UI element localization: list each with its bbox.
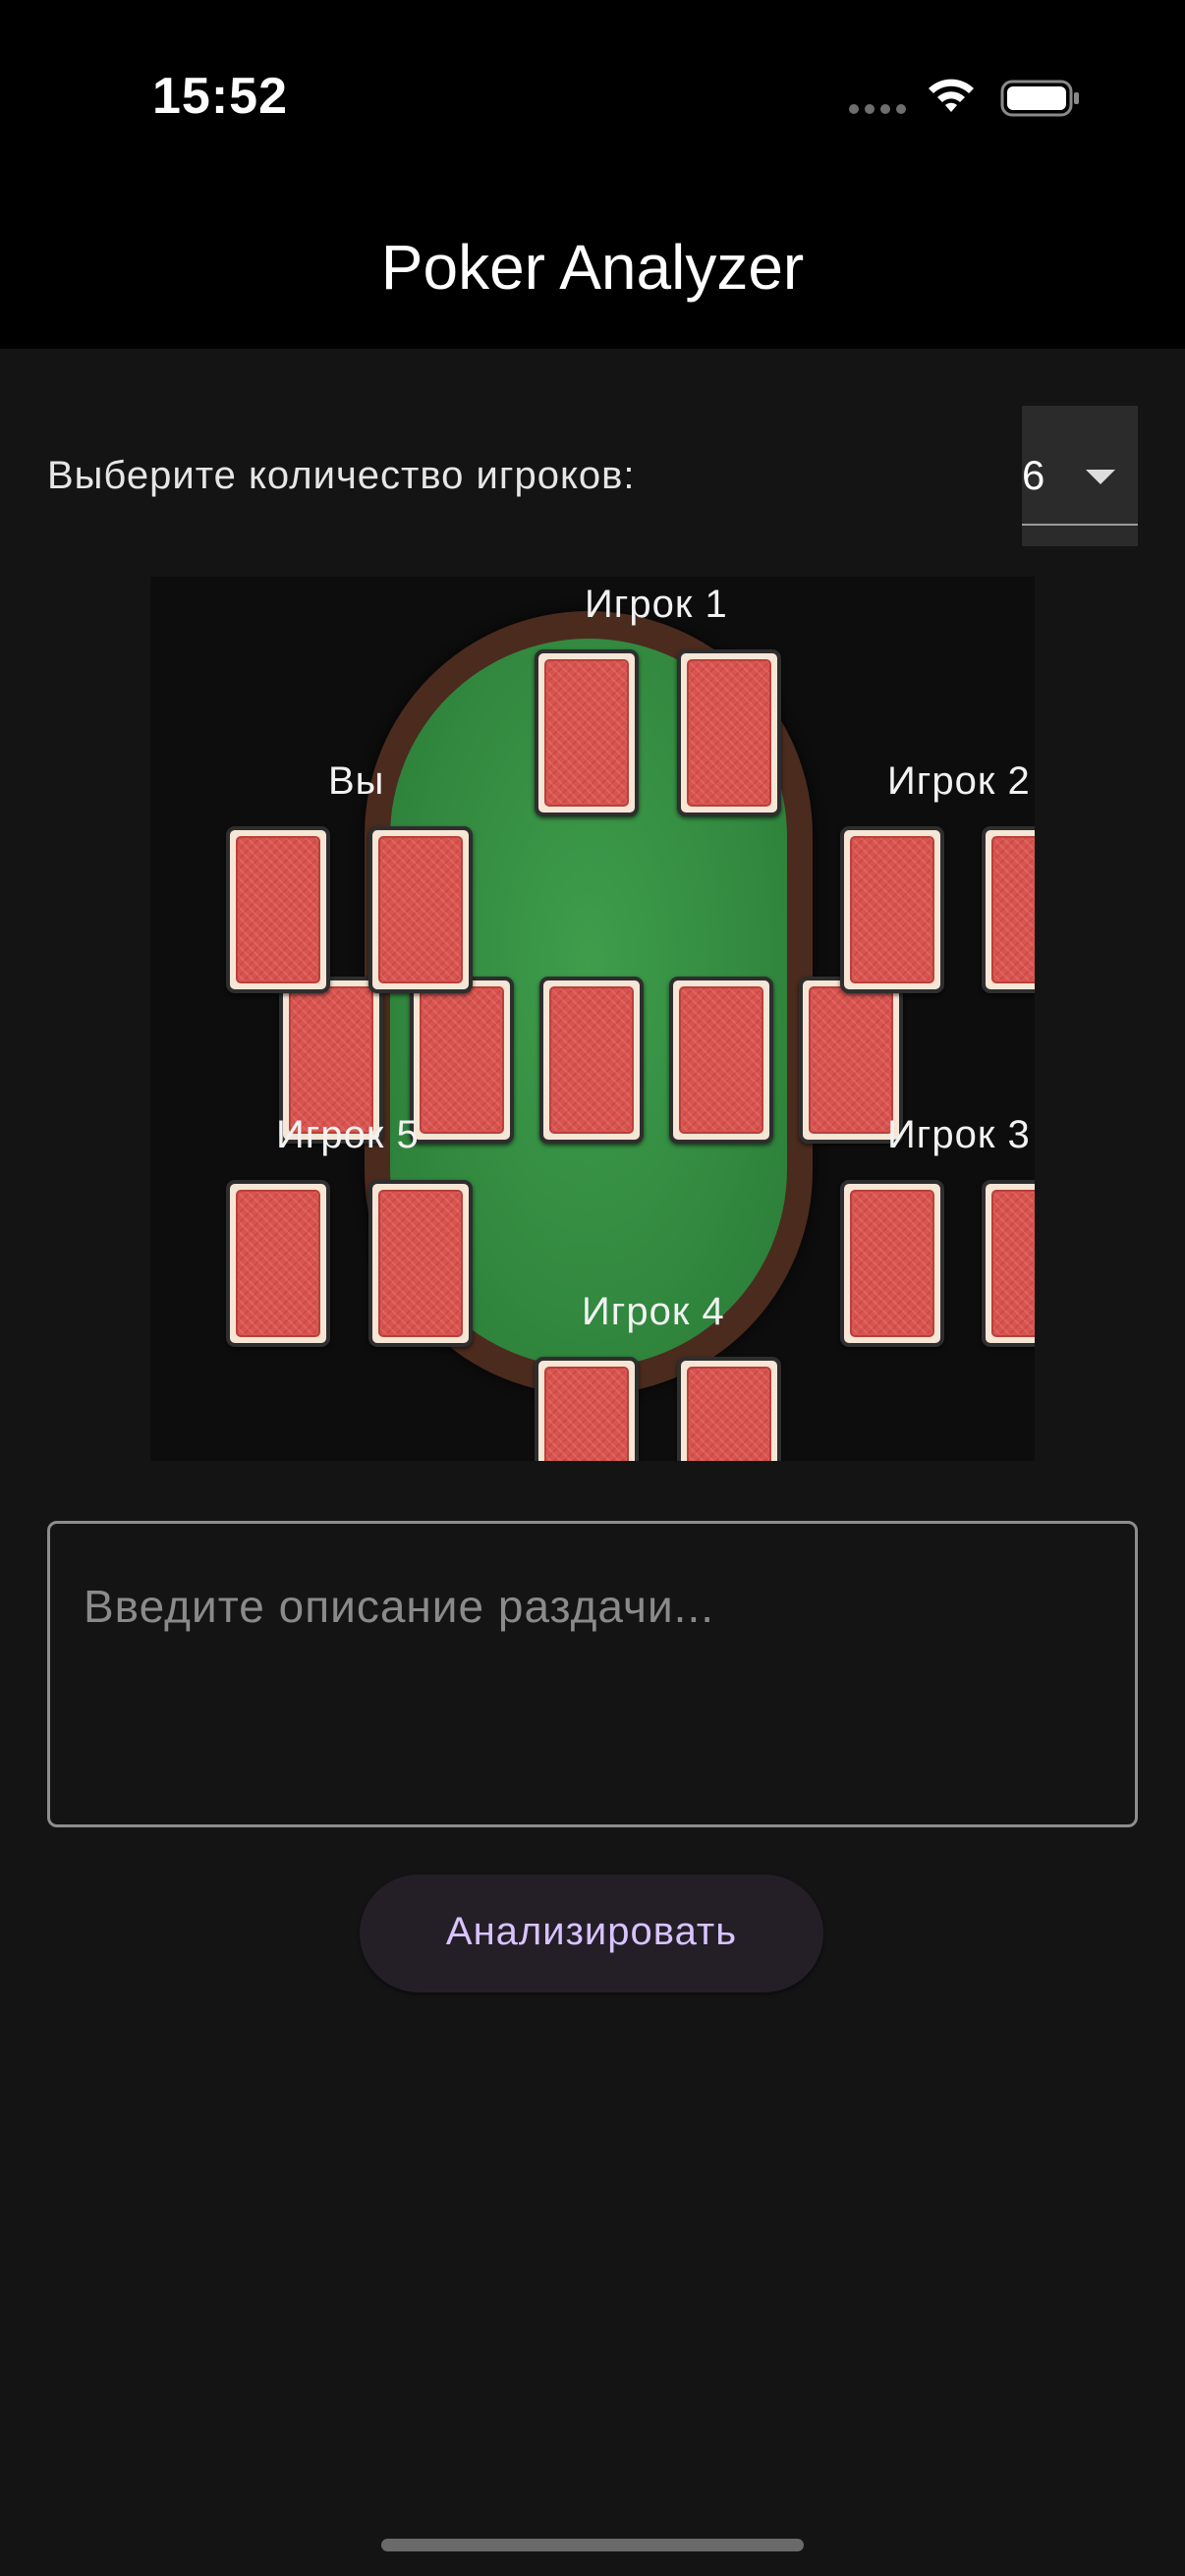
- hole-card[interactable]: [226, 826, 330, 993]
- board-card[interactable]: [539, 977, 644, 1144]
- seat-label-player-2: Игрок 2: [887, 759, 1031, 803]
- hole-card[interactable]: [535, 649, 639, 816]
- player-count-value: 6: [1022, 452, 1045, 498]
- hole-card[interactable]: [226, 1180, 330, 1347]
- hole-card[interactable]: [677, 1357, 781, 1461]
- hole-card[interactable]: [677, 649, 781, 816]
- hole-card[interactable]: [535, 1357, 639, 1461]
- player-count-label: Выберите количество игроков:: [47, 454, 636, 497]
- board-card[interactable]: [669, 977, 773, 1144]
- wifi-icon: [929, 79, 974, 112]
- hand-description-placeholder: Введите описание раздачи...: [84, 1581, 715, 1632]
- dropdown-arrow-icon: [1086, 470, 1115, 484]
- poker-table-area: Игрок 1 Вы Игрок 2 Игрок 5 Игрок 3 Игрок…: [150, 577, 1035, 1461]
- seat-label-player-3: Игрок 3: [887, 1113, 1031, 1156]
- hole-card[interactable]: [840, 826, 944, 993]
- hand-description-input[interactable]: [47, 1521, 1138, 1827]
- analyze-button-label: Анализировать: [445, 1910, 738, 1953]
- app-title: Poker Analyzer: [380, 232, 805, 303]
- seat-label-player-5: Игрок 5: [276, 1113, 420, 1156]
- home-indicator: [381, 2539, 804, 2551]
- hole-card[interactable]: [982, 1180, 1035, 1347]
- status-time: 15:52: [152, 68, 288, 125]
- hole-card[interactable]: [840, 1180, 944, 1347]
- seat-label-player-4: Игрок 4: [582, 1290, 725, 1333]
- battery-icon: [1000, 80, 1079, 117]
- hole-card[interactable]: [982, 826, 1035, 993]
- board-card[interactable]: [410, 977, 514, 1144]
- dropdown-underline: [1022, 524, 1138, 526]
- seat-label-player-1: Игрок 1: [585, 583, 728, 626]
- cellular-signal-icon: [849, 101, 912, 119]
- seat-label-you: Вы: [328, 759, 385, 803]
- hole-card[interactable]: [368, 826, 473, 993]
- hole-card[interactable]: [368, 1180, 473, 1347]
